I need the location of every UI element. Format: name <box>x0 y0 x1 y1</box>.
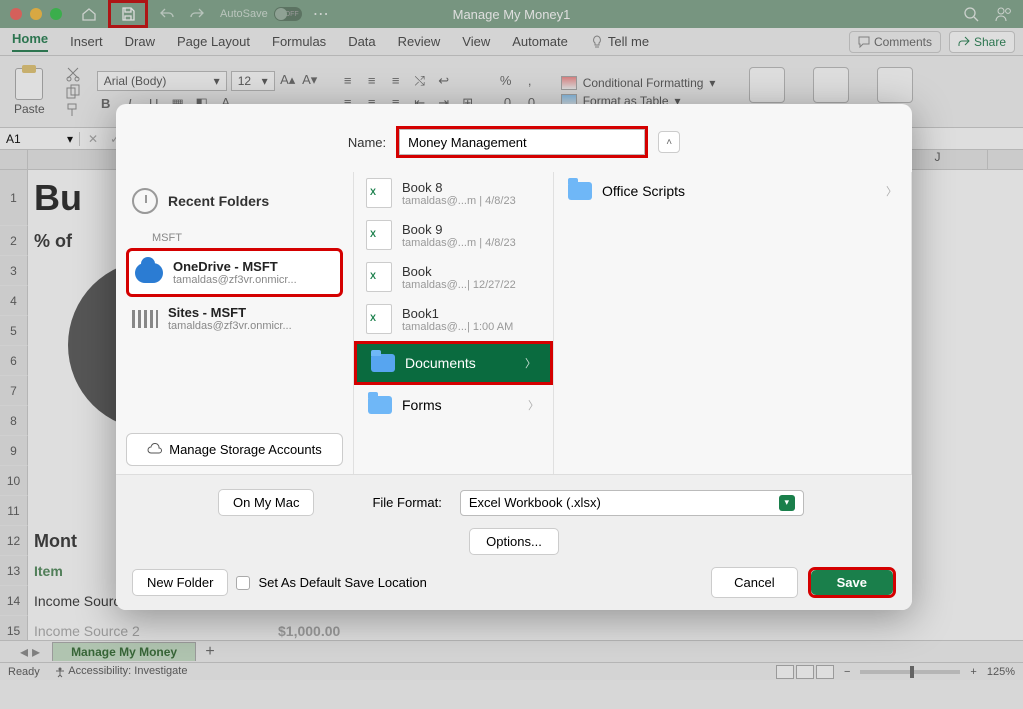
save-dialog: Name: ˄ Recent Folders MSFT OneDrive - M… <box>116 104 912 610</box>
folder-documents[interactable]: Documents 〉 <box>357 344 550 382</box>
manage-storage-label: Manage Storage Accounts <box>169 442 322 457</box>
folder-office-scripts[interactable]: Office Scripts 〉 <box>554 172 911 210</box>
name-label: Name: <box>348 135 386 150</box>
collapse-dialog-button[interactable]: ˄ <box>658 131 680 153</box>
folder-icon <box>368 396 392 414</box>
location-onedrive[interactable]: OneDrive - MSFT tamaldas@zf3vr.onmicr... <box>126 248 343 297</box>
sharepoint-icon <box>132 310 158 328</box>
sharepoint-subtitle: tamaldas@zf3vr.onmicr... <box>168 320 292 332</box>
dropdown-caret-icon: ▾ <box>779 495 795 511</box>
folder-icon <box>568 182 592 200</box>
recent-folders-header[interactable]: Recent Folders <box>126 180 343 222</box>
documents-label: Documents <box>405 355 476 371</box>
file-format-value: Excel Workbook (.xlsx) <box>469 495 601 510</box>
file-format-label: File Format: <box>372 495 441 510</box>
cancel-button[interactable]: Cancel <box>711 567 797 598</box>
manage-storage-button[interactable]: Manage Storage Accounts <box>126 433 343 466</box>
new-folder-button[interactable]: New Folder <box>132 569 228 596</box>
cloud-gear-icon <box>147 443 163 457</box>
on-my-mac-button[interactable]: On My Mac <box>218 489 314 516</box>
filename-input[interactable] <box>399 129 645 155</box>
office-scripts-label: Office Scripts <box>602 183 685 199</box>
folder-icon <box>371 354 395 372</box>
save-button-highlight: Save <box>808 567 896 598</box>
file-item[interactable]: Book 9tamaldas@...m | 4/8/23 <box>354 214 553 256</box>
options-button[interactable]: Options... <box>469 528 559 555</box>
file-item[interactable]: Booktamaldas@...| 12/27/22 <box>354 256 553 298</box>
save-button[interactable]: Save <box>811 570 893 595</box>
file-item[interactable]: Book 8tamaldas@...m | 4/8/23 <box>354 172 553 214</box>
chevron-right-icon: 〉 <box>525 355 536 371</box>
onedrive-icon <box>135 263 163 283</box>
onedrive-title: OneDrive - MSFT <box>173 259 297 274</box>
excel-file-icon <box>366 178 392 208</box>
forms-label: Forms <box>402 397 442 413</box>
excel-file-icon <box>366 304 392 334</box>
section-msft-label: MSFT <box>126 222 343 248</box>
folder-forms[interactable]: Forms 〉 <box>354 386 553 424</box>
location-sharepoint[interactable]: Sites - MSFT tamaldas@zf3vr.onmicr... <box>126 297 343 340</box>
default-location-checkbox[interactable] <box>236 576 250 590</box>
recent-folders-label: Recent Folders <box>168 193 269 209</box>
file-format-select[interactable]: Excel Workbook (.xlsx) ▾ <box>460 490 804 516</box>
chevron-right-icon: 〉 <box>886 183 897 199</box>
chevron-right-icon: 〉 <box>528 397 539 413</box>
name-field-highlight <box>396 126 648 158</box>
onedrive-subtitle: tamaldas@zf3vr.onmicr... <box>173 274 297 286</box>
default-location-label: Set As Default Save Location <box>258 575 426 590</box>
clock-icon <box>132 188 158 214</box>
file-item[interactable]: Book1tamaldas@...| 1:00 AM <box>354 298 553 340</box>
excel-file-icon <box>366 220 392 250</box>
excel-file-icon <box>366 262 392 292</box>
sharepoint-title: Sites - MSFT <box>168 305 292 320</box>
documents-highlight: Documents 〉 <box>354 341 553 385</box>
